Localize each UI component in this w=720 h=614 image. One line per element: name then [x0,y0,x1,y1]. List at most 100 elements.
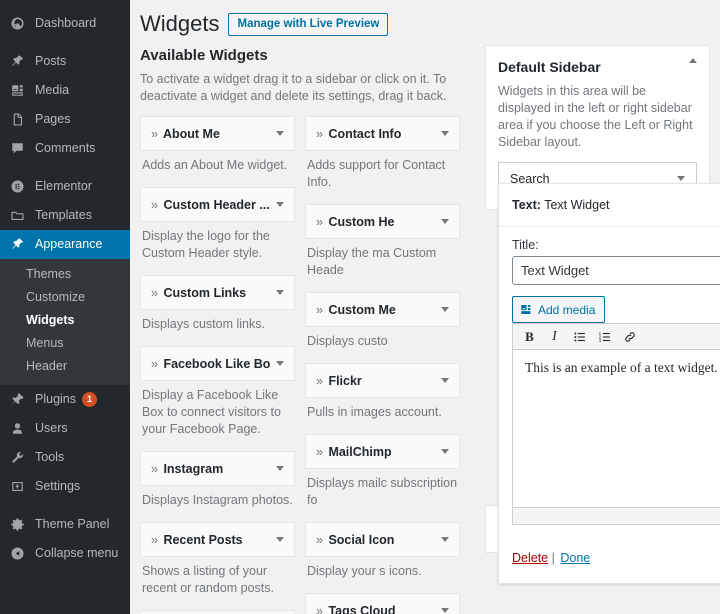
chevron-down-icon[interactable] [441,131,449,136]
link-icon[interactable] [618,327,641,347]
manage-live-preview-button[interactable]: Manage with Live Preview [228,12,389,36]
ordered-list-icon[interactable]: 123 [593,327,616,347]
gear-icon [9,516,26,533]
sidebar-item-collapse-menu[interactable]: Collapse menu [0,539,130,568]
widget-card: » Instagram Displays Instagram photos. [140,451,295,516]
chevron-down-icon[interactable] [441,219,449,224]
widget-header-social-share[interactable]: » Social Share [140,610,295,614]
widget-description: Display a Facebook Like Box to connect v… [142,388,281,436]
editor-content-area[interactable]: This is an example of a text widget. [512,350,720,508]
sidebar-panel-header[interactable]: Default Sidebar [498,58,697,76]
unordered-list-icon[interactable] [568,327,591,347]
submenu-item-themes[interactable]: Themes [0,263,130,286]
chevron-down-icon[interactable] [677,176,685,181]
bold-icon[interactable]: B [518,327,541,347]
done-link[interactable]: Done [560,551,590,565]
widget-header-custom-links[interactable]: » Custom Links [140,275,295,310]
sidebar-item-label: Media [35,83,70,98]
widget-header-contact-info[interactable]: » Contact Info [305,116,460,151]
widget-description: Display your s icons. [307,564,422,578]
sidebar-item-settings[interactable]: Settings [0,472,130,501]
chevron-down-icon[interactable] [276,202,284,207]
sidebar-item-dashboard[interactable]: Dashboard [0,9,130,38]
text-widget-type-label: Text: [512,198,541,212]
submenu-item-widgets[interactable]: Widgets [0,309,130,332]
sidebar-item-label: Templates [35,208,92,223]
chevron-down-icon[interactable] [276,537,284,542]
widget-columns: » About Me Adds an About Me widget. » Cu… [140,116,470,614]
sidebar-item-tools[interactable]: Tools [0,443,130,472]
sidebar-item-pages[interactable]: Pages [0,105,130,134]
sidebar-item-media[interactable]: Media [0,76,130,105]
text-widget-body: Title: Add media Visual Text B [499,227,720,534]
appearance-icon [9,236,26,253]
chevron-down-icon[interactable] [276,361,284,366]
submenu-item-menus[interactable]: Menus [0,332,130,355]
chevron-down-icon[interactable] [276,466,284,471]
delete-link[interactable]: Delete [512,551,548,565]
italic-icon[interactable]: I [543,327,566,347]
sidebar-item-elementor[interactable]: Elementor [0,172,130,201]
chevron-down-icon[interactable] [441,378,449,383]
sidebar-item-label: Collapse menu [35,546,119,561]
widget-card: » Custom Me Displays custo [305,292,460,357]
chevron-down-icon[interactable] [276,290,284,295]
sidebar-item-comments[interactable]: Comments [0,134,130,163]
chevron-up-icon[interactable] [689,58,697,63]
widget-header-social-icons[interactable]: » Social Icon [305,522,460,557]
menu-spacer-top [0,0,130,9]
sidebar-item-label: Users [35,421,68,436]
chevron-down-icon[interactable] [441,608,449,613]
widget-header-recent-posts[interactable]: » Recent Posts [140,522,295,557]
widget-description: Shows a listing of your recent or random… [142,564,275,595]
sidebar-item-templates[interactable]: Templates [0,201,130,230]
widget-title: » Custom Links [151,285,247,300]
sidebar-item-posts[interactable]: Posts [0,47,130,76]
widget-column-2: » Contact Info Adds support for Contact … [305,116,460,614]
widget-card: » Social Share [140,610,295,614]
submenu-item-customize[interactable]: Customize [0,286,130,309]
chevron-down-icon[interactable] [441,449,449,454]
widget-description: Pulls in images account. [307,405,442,419]
media-icon [520,303,533,316]
widget-title: » Custom Header ... [151,197,270,212]
widget-description: Adds support for Contact Info. [307,158,446,189]
sidebar-item-label: Elementor [35,179,92,194]
widget-header-tags-cloud[interactable]: » Tags Cloud [305,593,460,614]
widget-description: Displays mailc subscription fo [307,476,458,507]
sidebar-item-plugins[interactable]: Plugins 1 [0,385,130,414]
widget-header-custom-header[interactable]: » Custom Header ... [140,187,295,222]
tools-icon [9,449,26,466]
widget-header-custom-menu-header[interactable]: » Custom He [305,204,460,239]
chevron-down-icon[interactable] [441,307,449,312]
widget-header-custom-menu[interactable]: » Custom Me [305,292,460,327]
main-content: Widgets Manage with Live Preview Availab… [130,0,720,614]
sidebar-item-users[interactable]: Users [0,414,130,443]
text-widget-header[interactable]: Text: Text Widget [499,184,720,227]
widget-title: » Tags Cloud [316,603,396,614]
title-input[interactable] [512,256,720,285]
widget-header-facebook-like-box[interactable]: » Facebook Like Box [140,346,295,381]
chevron-down-icon[interactable] [441,537,449,542]
page-title: Widgets [140,11,220,36]
widget-header-about-me[interactable]: » About Me [140,116,295,151]
sidebar-item-appearance[interactable]: Appearance [0,230,130,259]
menu-spacer-1 [0,38,130,47]
add-media-button[interactable]: Add media [512,296,606,323]
widget-header-mailchimp[interactable]: » MailChimp [305,434,460,469]
sidebar-item-theme-panel[interactable]: Theme Panel [0,510,130,539]
widget-header-instagram[interactable]: » Instagram [140,451,295,486]
wp-admin-screen: Dashboard Posts Media Pages Comments Ele… [0,0,720,614]
elementor-icon [9,178,26,195]
sidebar-item-label: Dashboard [35,16,97,31]
text-widget-header-title: Text: Text Widget [512,198,610,212]
text-widget-edit-panel: Text: Text Widget Title: Add media [498,183,720,584]
chevron-down-icon[interactable] [276,131,284,136]
widget-title: » Custom He [316,214,395,229]
widget-description: Displays custo [307,334,388,348]
widget-header-flickr[interactable]: » Flickr [305,363,460,398]
widget-card: » Custom He Display the ma Custom Heade [305,204,460,286]
text-widget-footer: Delete | Done Saved [499,534,720,583]
submenu-item-header[interactable]: Header [0,355,130,378]
pin-icon [9,53,26,70]
